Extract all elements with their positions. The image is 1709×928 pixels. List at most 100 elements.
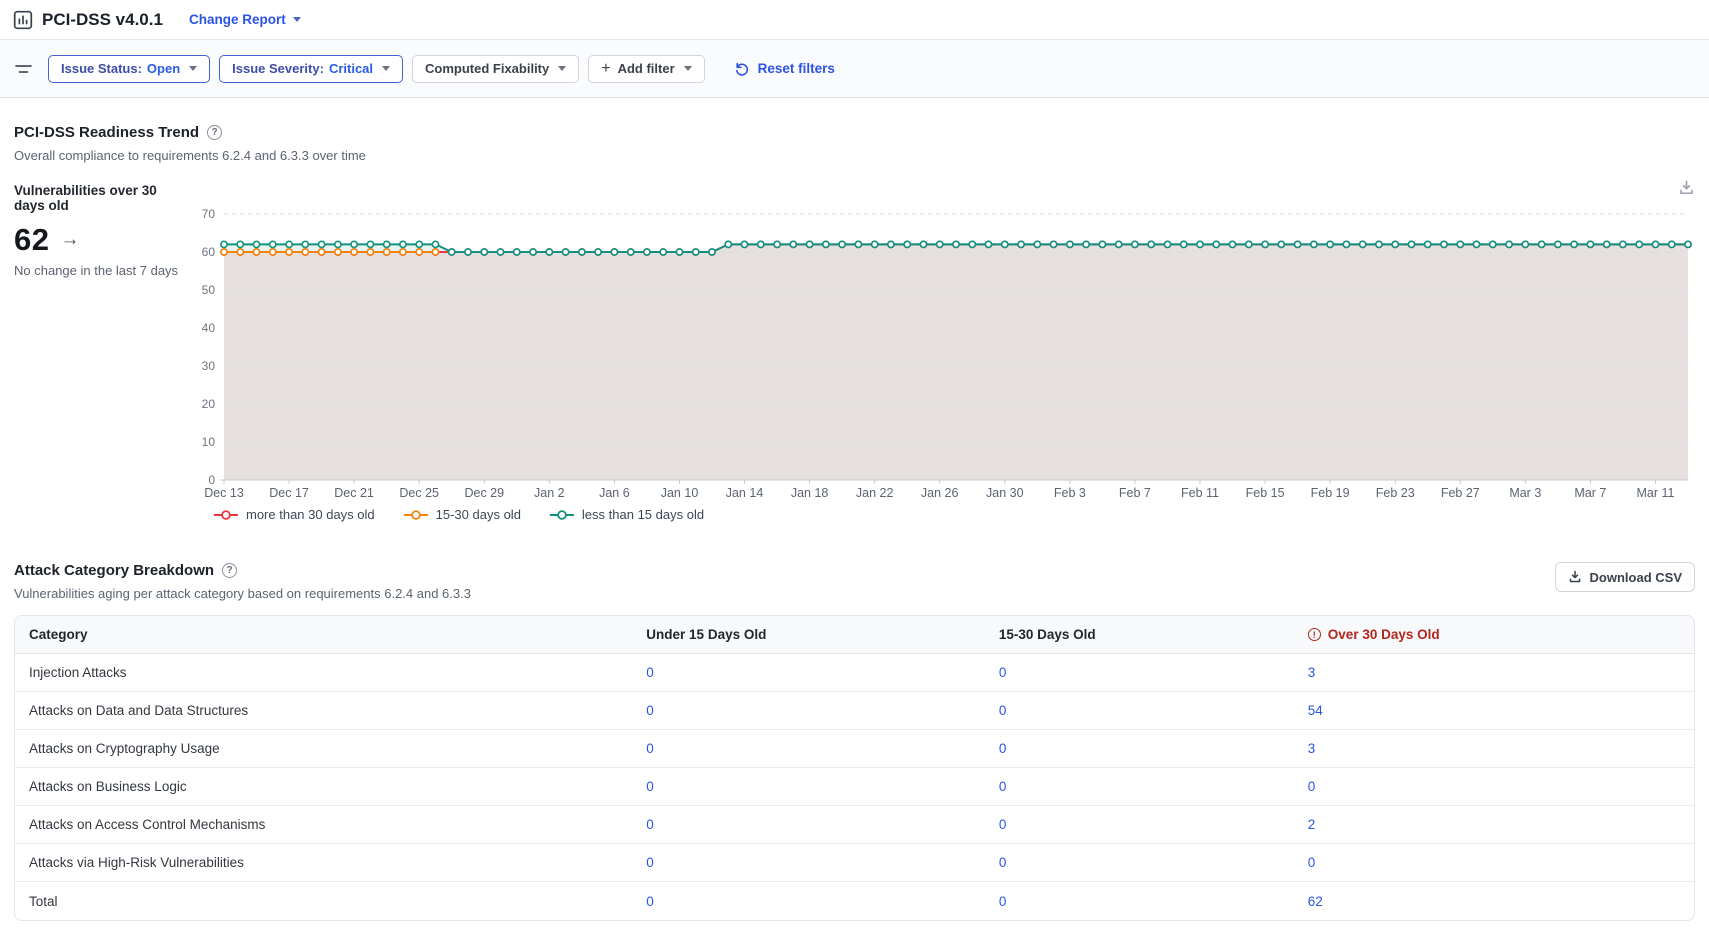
- count-link[interactable]: 0: [646, 703, 654, 718]
- svg-text:Feb 11: Feb 11: [1181, 486, 1219, 500]
- count-link[interactable]: 54: [1308, 703, 1323, 718]
- count-cell: 0: [646, 817, 999, 832]
- chevron-down-icon: [382, 66, 390, 71]
- column-header-15-30-days-old: 15-30 Days Old: [999, 627, 1308, 642]
- alert-circle-icon: !: [1308, 628, 1321, 641]
- count-link[interactable]: 2: [1308, 817, 1316, 832]
- legend-item-15-30-days-old[interactable]: 15-30 days old: [403, 507, 521, 522]
- count-link[interactable]: 62: [1308, 894, 1323, 909]
- legend-marker-icon: [403, 510, 429, 520]
- count-cell: 0: [1308, 779, 1694, 794]
- filter-chip-issue-severity-critical[interactable]: Issue Severity:Critical: [219, 55, 403, 83]
- count-link[interactable]: 0: [999, 894, 1007, 909]
- svg-text:Jan 2: Jan 2: [534, 486, 565, 500]
- svg-text:60: 60: [202, 245, 216, 259]
- count-link[interactable]: 3: [1308, 665, 1316, 680]
- svg-text:Feb 23: Feb 23: [1376, 486, 1415, 500]
- count-cell: 0: [646, 894, 999, 909]
- count-cell: 0: [1308, 855, 1694, 870]
- count-link[interactable]: 0: [999, 741, 1007, 756]
- pci-dss-report-page: PCI-DSS v4.0.1 Change Report Issue Statu…: [0, 0, 1709, 928]
- count-link[interactable]: 0: [646, 894, 654, 909]
- breakdown-subtitle: Vulnerabilities aging per attack categor…: [14, 586, 471, 601]
- count-link[interactable]: 0: [646, 741, 654, 756]
- count-cell: 3: [1308, 665, 1694, 680]
- trend-subtitle: Overall compliance to requirements 6.2.4…: [14, 148, 1695, 163]
- filter-chip-computed-fixability[interactable]: Computed Fixability: [412, 55, 579, 83]
- legend-item-more-than-30-days-old[interactable]: more than 30 days old: [213, 507, 375, 522]
- count-link[interactable]: 0: [999, 779, 1007, 794]
- svg-text:Mar 11: Mar 11: [1637, 486, 1675, 500]
- count-cell: 0: [999, 817, 1308, 832]
- reset-filters-button[interactable]: Reset filters: [734, 61, 835, 77]
- help-icon[interactable]: ?: [207, 125, 222, 140]
- help-icon[interactable]: ?: [222, 563, 237, 578]
- chevron-down-icon: [293, 17, 301, 22]
- count-link[interactable]: 0: [646, 817, 654, 832]
- count-cell: 0: [999, 779, 1308, 794]
- category-cell: Attacks on Cryptography Usage: [15, 741, 646, 756]
- count-link[interactable]: 0: [1308, 779, 1316, 794]
- table-row-attacks-via-high-risk-vulnerabilities: Attacks via High-Risk Vulnerabilities000: [15, 844, 1694, 882]
- category-cell: Attacks via High-Risk Vulnerabilities: [15, 855, 646, 870]
- table-row-attacks-on-business-logic: Attacks on Business Logic000: [15, 768, 1694, 806]
- column-header-over-30-days-old: ! Over 30 Days Old: [1308, 627, 1694, 642]
- svg-text:Jan 18: Jan 18: [791, 486, 829, 500]
- legend-marker-icon: [549, 510, 575, 520]
- legend-label: less than 15 days old: [582, 507, 704, 522]
- count-link[interactable]: 0: [646, 779, 654, 794]
- count-link[interactable]: 0: [646, 855, 654, 870]
- filter-chip-issue-status-open[interactable]: Issue Status:Open: [48, 55, 210, 83]
- chart-legend: more than 30 days old 15-30 days old less …: [213, 507, 1695, 522]
- download-csv-button[interactable]: Download CSV: [1555, 562, 1695, 592]
- page-title: PCI-DSS v4.0.1: [42, 10, 163, 30]
- count-link[interactable]: 3: [1308, 741, 1316, 756]
- count-link[interactable]: 0: [999, 817, 1007, 832]
- count-link[interactable]: 0: [999, 855, 1007, 870]
- legend-marker-icon: [213, 510, 239, 520]
- count-cell: 0: [999, 894, 1308, 909]
- svg-text:Jan 6: Jan 6: [599, 486, 630, 500]
- category-cell: Attacks on Data and Data Structures: [15, 703, 646, 718]
- filter-lines-icon[interactable]: [14, 61, 34, 77]
- breakdown-title: Attack Category Breakdown: [14, 562, 214, 579]
- table-row-attacks-on-cryptography-usage: Attacks on Cryptography Usage003: [15, 730, 1694, 768]
- column-header-under-15-days-old: Under 15 Days Old: [646, 627, 999, 642]
- trend-line-chart[interactable]: 010203040506070Dec 13Dec 17Dec 21Dec 25D…: [190, 199, 1695, 501]
- stat-block: Vulnerabilities over 30 days old 62 → No…: [14, 177, 190, 522]
- filter-chip-add-filter[interactable]: +Add filter: [588, 55, 704, 83]
- stat-label: Vulnerabilities over 30 days old: [14, 183, 190, 213]
- top-bar: PCI-DSS v4.0.1 Change Report: [0, 0, 1709, 40]
- category-cell: Attacks on Access Control Mechanisms: [15, 817, 646, 832]
- filter-chips: Issue Status:Open Issue Severity:Critical…: [48, 55, 714, 83]
- count-cell: 0: [646, 665, 999, 680]
- count-cell: 0: [646, 703, 999, 718]
- count-link[interactable]: 0: [646, 665, 654, 680]
- svg-text:Feb 27: Feb 27: [1441, 486, 1480, 500]
- legend-item-less-than-15-days-old[interactable]: less than 15 days old: [549, 507, 704, 522]
- count-cell: 0: [646, 855, 999, 870]
- svg-text:70: 70: [202, 207, 216, 221]
- svg-text:Jan 26: Jan 26: [921, 486, 959, 500]
- legend-label: more than 30 days old: [246, 507, 375, 522]
- count-link[interactable]: 0: [999, 665, 1007, 680]
- count-cell: 62: [1308, 894, 1694, 909]
- svg-text:Dec 13: Dec 13: [204, 486, 244, 500]
- chip-label: Add filter: [618, 61, 675, 76]
- change-report-button[interactable]: Change Report: [189, 12, 301, 27]
- svg-text:20: 20: [202, 397, 216, 411]
- count-link[interactable]: 0: [1308, 855, 1316, 870]
- svg-text:Mar 3: Mar 3: [1509, 486, 1541, 500]
- main-content: PCI-DSS Readiness Trend ? Overall compli…: [0, 124, 1709, 921]
- svg-text:Feb 15: Feb 15: [1246, 486, 1285, 500]
- chip-label: Issue Status:: [61, 61, 142, 76]
- count-cell: 54: [1308, 703, 1694, 718]
- table-row-attacks-on-access-control-mechanisms: Attacks on Access Control Mechanisms002: [15, 806, 1694, 844]
- count-cell: 0: [999, 665, 1308, 680]
- attack-category-section: Attack Category Breakdown ? Vulnerabilit…: [14, 562, 1695, 921]
- count-cell: 2: [1308, 817, 1694, 832]
- chart-download-icon[interactable]: [1678, 179, 1695, 196]
- count-cell: 0: [646, 741, 999, 756]
- count-link[interactable]: 0: [999, 703, 1007, 718]
- column-header-label: Over 30 Days Old: [1328, 627, 1440, 642]
